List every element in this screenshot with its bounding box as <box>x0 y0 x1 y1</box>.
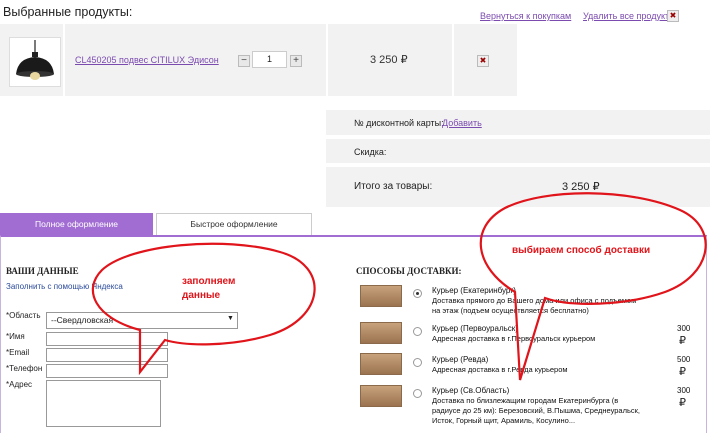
right-speech-bubble <box>479 192 707 381</box>
annotation-overlay <box>91 192 707 381</box>
left-speech-bubble <box>91 242 316 376</box>
annotation-fill-data-line2: данные <box>182 290 221 301</box>
annotation-fill-data-line1: заполняем <box>182 276 236 287</box>
annotation-choose-delivery: выбираем способ доставки <box>512 245 651 256</box>
